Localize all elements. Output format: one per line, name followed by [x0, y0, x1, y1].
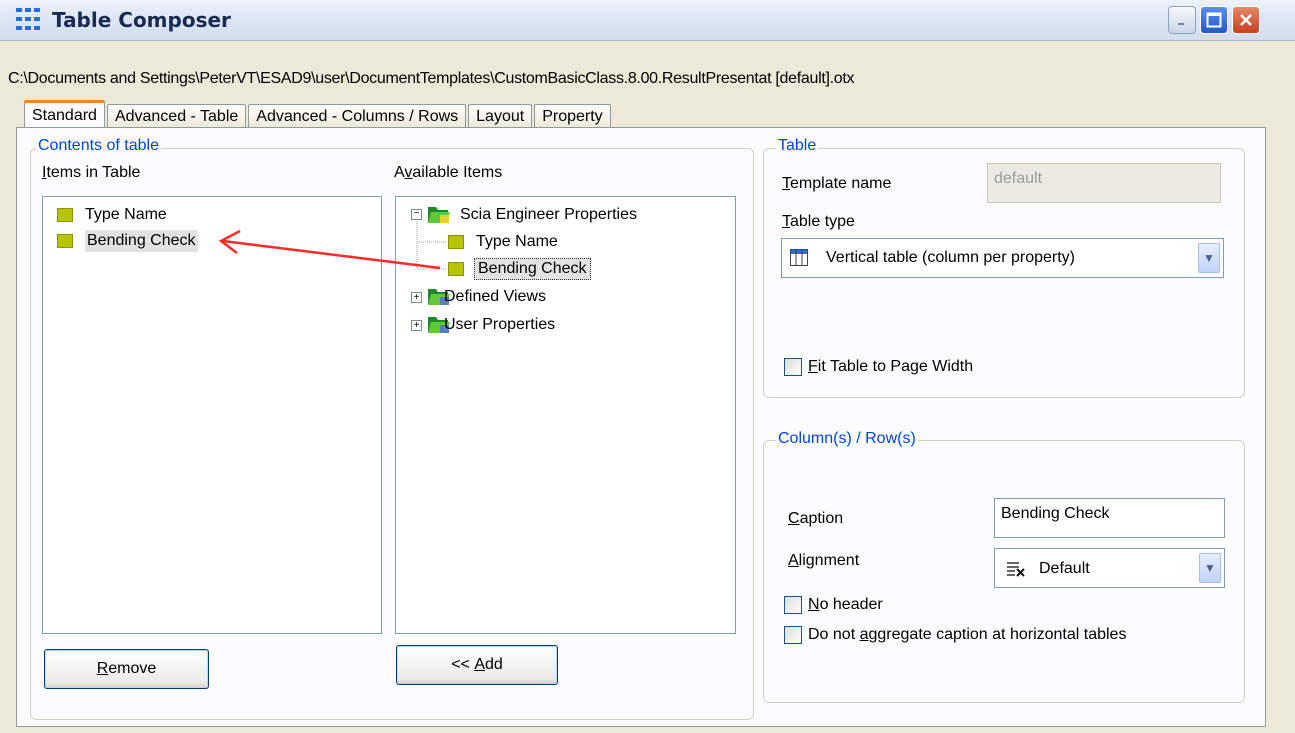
table-type-value: Vertical table (column per property)	[826, 249, 1075, 266]
tab-property[interactable]: Property	[534, 104, 611, 128]
vertical-table-icon	[790, 249, 808, 266]
expand-toggle[interactable]: +	[411, 320, 422, 331]
maximize-button[interactable]	[1200, 6, 1228, 34]
property-icon	[448, 262, 464, 276]
tree-item-label: Bending Check	[474, 257, 591, 280]
fit-table-checkbox[interactable]	[784, 358, 802, 376]
alignment-select[interactable]: Default ▼	[994, 548, 1225, 588]
alignment-icon	[1007, 562, 1025, 577]
tree-item-bending-check[interactable]: Bending Check	[474, 255, 591, 282]
minimize-button[interactable]	[1168, 6, 1196, 34]
table-type-select[interactable]: Vertical table (column per property) ▼	[781, 238, 1224, 278]
minimize-icon	[1178, 23, 1184, 25]
folder-properties-icon	[428, 207, 450, 223]
fit-table-label[interactable]: Fit Table to Page Width	[808, 358, 973, 376]
contents-of-table-legend: Contents of table	[36, 137, 161, 155]
tree-item-defined-views[interactable]: Defined Views	[444, 283, 546, 310]
available-items-tree[interactable]: − Scia Engineer Properties Type Name Ben…	[395, 196, 736, 634]
property-icon	[57, 233, 73, 248]
alignment-label: Alignment	[788, 552, 860, 569]
available-items-label: Available Items	[394, 164, 503, 181]
tab-standard[interactable]: Standard	[24, 100, 105, 128]
list-item-label: Type Name	[85, 205, 167, 223]
table-legend: Table	[776, 137, 819, 155]
template-name-label: Template name	[782, 175, 892, 192]
tab-strip: Standard Advanced - Table Advanced - Col…	[24, 100, 613, 128]
list-item-label: Bending Check	[85, 229, 198, 252]
columns-rows-legend: Column(s) / Row(s)	[776, 430, 918, 448]
property-icon	[448, 234, 464, 249]
close-icon	[1240, 14, 1252, 26]
file-path: C:\Documents and Settings\PeterVT\ESAD9\…	[8, 70, 855, 87]
tab-layout[interactable]: Layout	[468, 104, 533, 128]
collapse-toggle[interactable]: −	[411, 209, 422, 220]
tab-advanced-columns-rows[interactable]: Advanced - Columns / Rows	[248, 104, 467, 128]
list-item[interactable]: Type Name	[57, 201, 167, 228]
no-header-label[interactable]: No header	[808, 596, 883, 614]
tree-item-type-name[interactable]: Type Name	[448, 228, 558, 255]
property-icon	[57, 207, 73, 222]
table-composer-icon	[16, 8, 40, 30]
template-name-field[interactable]: default	[987, 163, 1221, 203]
close-button[interactable]	[1232, 6, 1260, 34]
window-title: Table Composer	[52, 8, 231, 32]
remove-button[interactable]: Remove	[44, 649, 209, 689]
no-aggregate-label[interactable]: Do not aggregate caption at horizontal t…	[808, 626, 1126, 644]
chevron-down-icon[interactable]: ▼	[1198, 243, 1220, 273]
caption-field[interactable]: Bending Check	[994, 498, 1225, 538]
add-button[interactable]: << Add	[396, 645, 558, 685]
items-in-table-label: Items in Table	[42, 164, 141, 181]
no-header-checkbox[interactable]	[784, 596, 802, 614]
maximize-icon	[1206, 12, 1222, 28]
expand-toggle[interactable]: +	[411, 292, 422, 303]
table-type-label: Table type	[782, 213, 855, 230]
alignment-value: Default	[1039, 560, 1090, 577]
caption-label: Caption	[788, 510, 844, 527]
drag-arrow-annotation	[218, 229, 441, 270]
list-item-selected[interactable]: Bending Check	[57, 227, 198, 254]
tree-item-scia-engineer-properties[interactable]: Scia Engineer Properties	[460, 201, 637, 228]
tab-advanced-table[interactable]: Advanced - Table	[106, 104, 247, 128]
chevron-down-icon[interactable]: ▼	[1199, 553, 1221, 583]
tree-item-user-properties[interactable]: User Properties	[444, 311, 555, 338]
no-aggregate-checkbox[interactable]	[784, 626, 802, 644]
